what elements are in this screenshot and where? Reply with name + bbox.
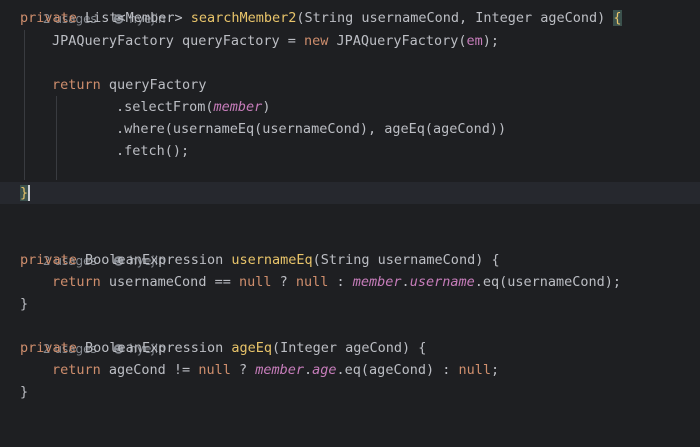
field: member [255, 362, 305, 378]
code-line[interactable]: .selectFrom(member) [0, 96, 700, 118]
operator: ? [230, 362, 256, 378]
type: JPAQueryFactory [52, 33, 174, 49]
field: age [312, 362, 337, 378]
code-line[interactable]: } [0, 381, 700, 403]
closing-brace: } [20, 384, 29, 400]
field: username [409, 274, 475, 290]
expression: usernameCond == [100, 274, 239, 290]
keyword: null [458, 362, 491, 378]
expression: ageCond != [100, 362, 199, 378]
current-line[interactable]: } [0, 182, 700, 204]
keyword: private [20, 252, 77, 268]
field: member [352, 274, 402, 290]
params: (String usernameCond, Integer ageCond) [296, 10, 614, 26]
keyword: null [198, 362, 231, 378]
inlay-hint-row: 2 usages ☻ hyejin [0, 228, 700, 268]
method-call: .eq(usernameCond); [474, 274, 622, 290]
keyword: null [295, 274, 329, 290]
closing-brace: } [20, 296, 29, 312]
keyword: null [238, 274, 272, 290]
punctuation: ); [482, 33, 500, 49]
punctuation: ; [490, 362, 500, 378]
keyword: new [303, 33, 329, 49]
variable: queryFactory = [173, 33, 304, 49]
field: em [466, 33, 483, 49]
code-line[interactable]: .where(usernameEq(usernameCond), ageEq(a… [0, 118, 700, 140]
type: BooleanExpression [85, 252, 224, 268]
keyword: private [20, 340, 77, 356]
code-line[interactable]: JPAQueryFactory queryFactory = new JPAQu… [0, 30, 700, 52]
constructor: JPAQueryFactory( [328, 33, 467, 49]
matched-brace: } [20, 185, 29, 201]
punctuation: ) [262, 99, 271, 115]
method-name: ageEq [231, 340, 272, 356]
code-editor[interactable]: 2 usages ☻ hyejin private List<Member> sea… [0, 0, 700, 417]
params: (Integer ageCond) { [272, 340, 427, 356]
type: BooleanExpression [85, 340, 224, 356]
type: List<Member> [85, 10, 183, 26]
method-name: usernameEq [231, 252, 313, 268]
matched-brace: { [613, 10, 622, 26]
code-line[interactable]: return usernameCond == null ? null : mem… [0, 271, 700, 293]
punctuation: . [401, 274, 410, 290]
code-line[interactable]: return queryFactory [0, 74, 700, 96]
method-call: .where(usernameEq(usernameCond), ageEq(a… [116, 121, 507, 137]
operator: : [328, 274, 353, 290]
code-line[interactable]: return ageCond != null ? member.age.eq(a… [0, 359, 700, 381]
method-call: .selectFrom( [116, 99, 214, 115]
code-line[interactable]: private BooleanExpression usernameEq(Str… [0, 249, 700, 271]
code-line[interactable]: } [0, 293, 700, 315]
keyword: return [52, 77, 101, 93]
inlay-hint-row: 2 usages ☻ hyejin [0, 316, 700, 356]
field: member [213, 99, 263, 115]
method-call: .fetch(); [116, 143, 190, 159]
code-line[interactable]: private List<Member> searchMember2(Strin… [0, 7, 700, 29]
params: (String usernameCond) { [312, 252, 500, 268]
method-call: .eq(ageCond) : [336, 362, 459, 378]
expression: queryFactory [100, 77, 207, 93]
text-caret [28, 185, 31, 201]
keyword: private [20, 10, 77, 26]
code-line[interactable]: .fetch(); [0, 140, 700, 162]
keyword: return [52, 362, 101, 378]
method-name: searchMember2 [190, 10, 297, 26]
punctuation: . [304, 362, 313, 378]
code-line[interactable]: private BooleanExpression ageEq(Integer … [0, 337, 700, 359]
operator: ? [271, 274, 296, 290]
keyword: return [52, 274, 101, 290]
